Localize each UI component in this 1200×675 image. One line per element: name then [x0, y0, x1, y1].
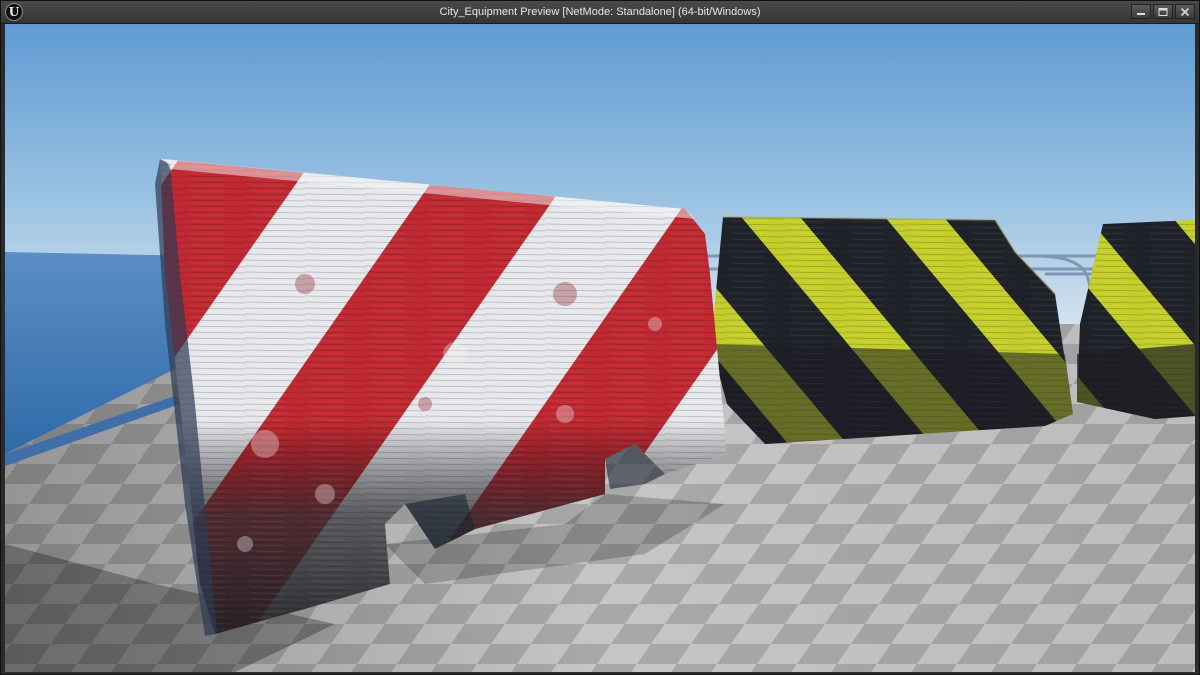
app-window: U City_Equipment Preview [NetMode: Stand… [0, 0, 1200, 675]
maximize-button[interactable] [1153, 4, 1173, 19]
scene-render [5, 24, 1195, 672]
close-icon [1180, 7, 1190, 16]
title-bar[interactable]: U City_Equipment Preview [NetMode: Stand… [1, 1, 1199, 24]
minimize-icon [1137, 12, 1145, 15]
game-viewport[interactable] [5, 24, 1195, 672]
window-controls [1131, 4, 1195, 19]
maximize-icon [1158, 7, 1168, 16]
close-button[interactable] [1175, 4, 1195, 19]
minimize-button[interactable] [1131, 4, 1151, 19]
window-title: City_Equipment Preview [NetMode: Standal… [439, 6, 761, 18]
